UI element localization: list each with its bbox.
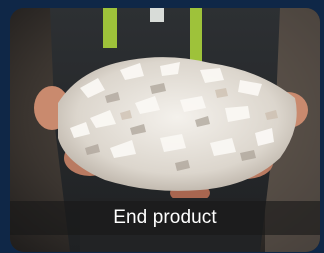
- caption-text: End product: [113, 207, 217, 228]
- product-image-card[interactable]: End product: [10, 8, 320, 252]
- caption-bar: End product: [10, 201, 320, 235]
